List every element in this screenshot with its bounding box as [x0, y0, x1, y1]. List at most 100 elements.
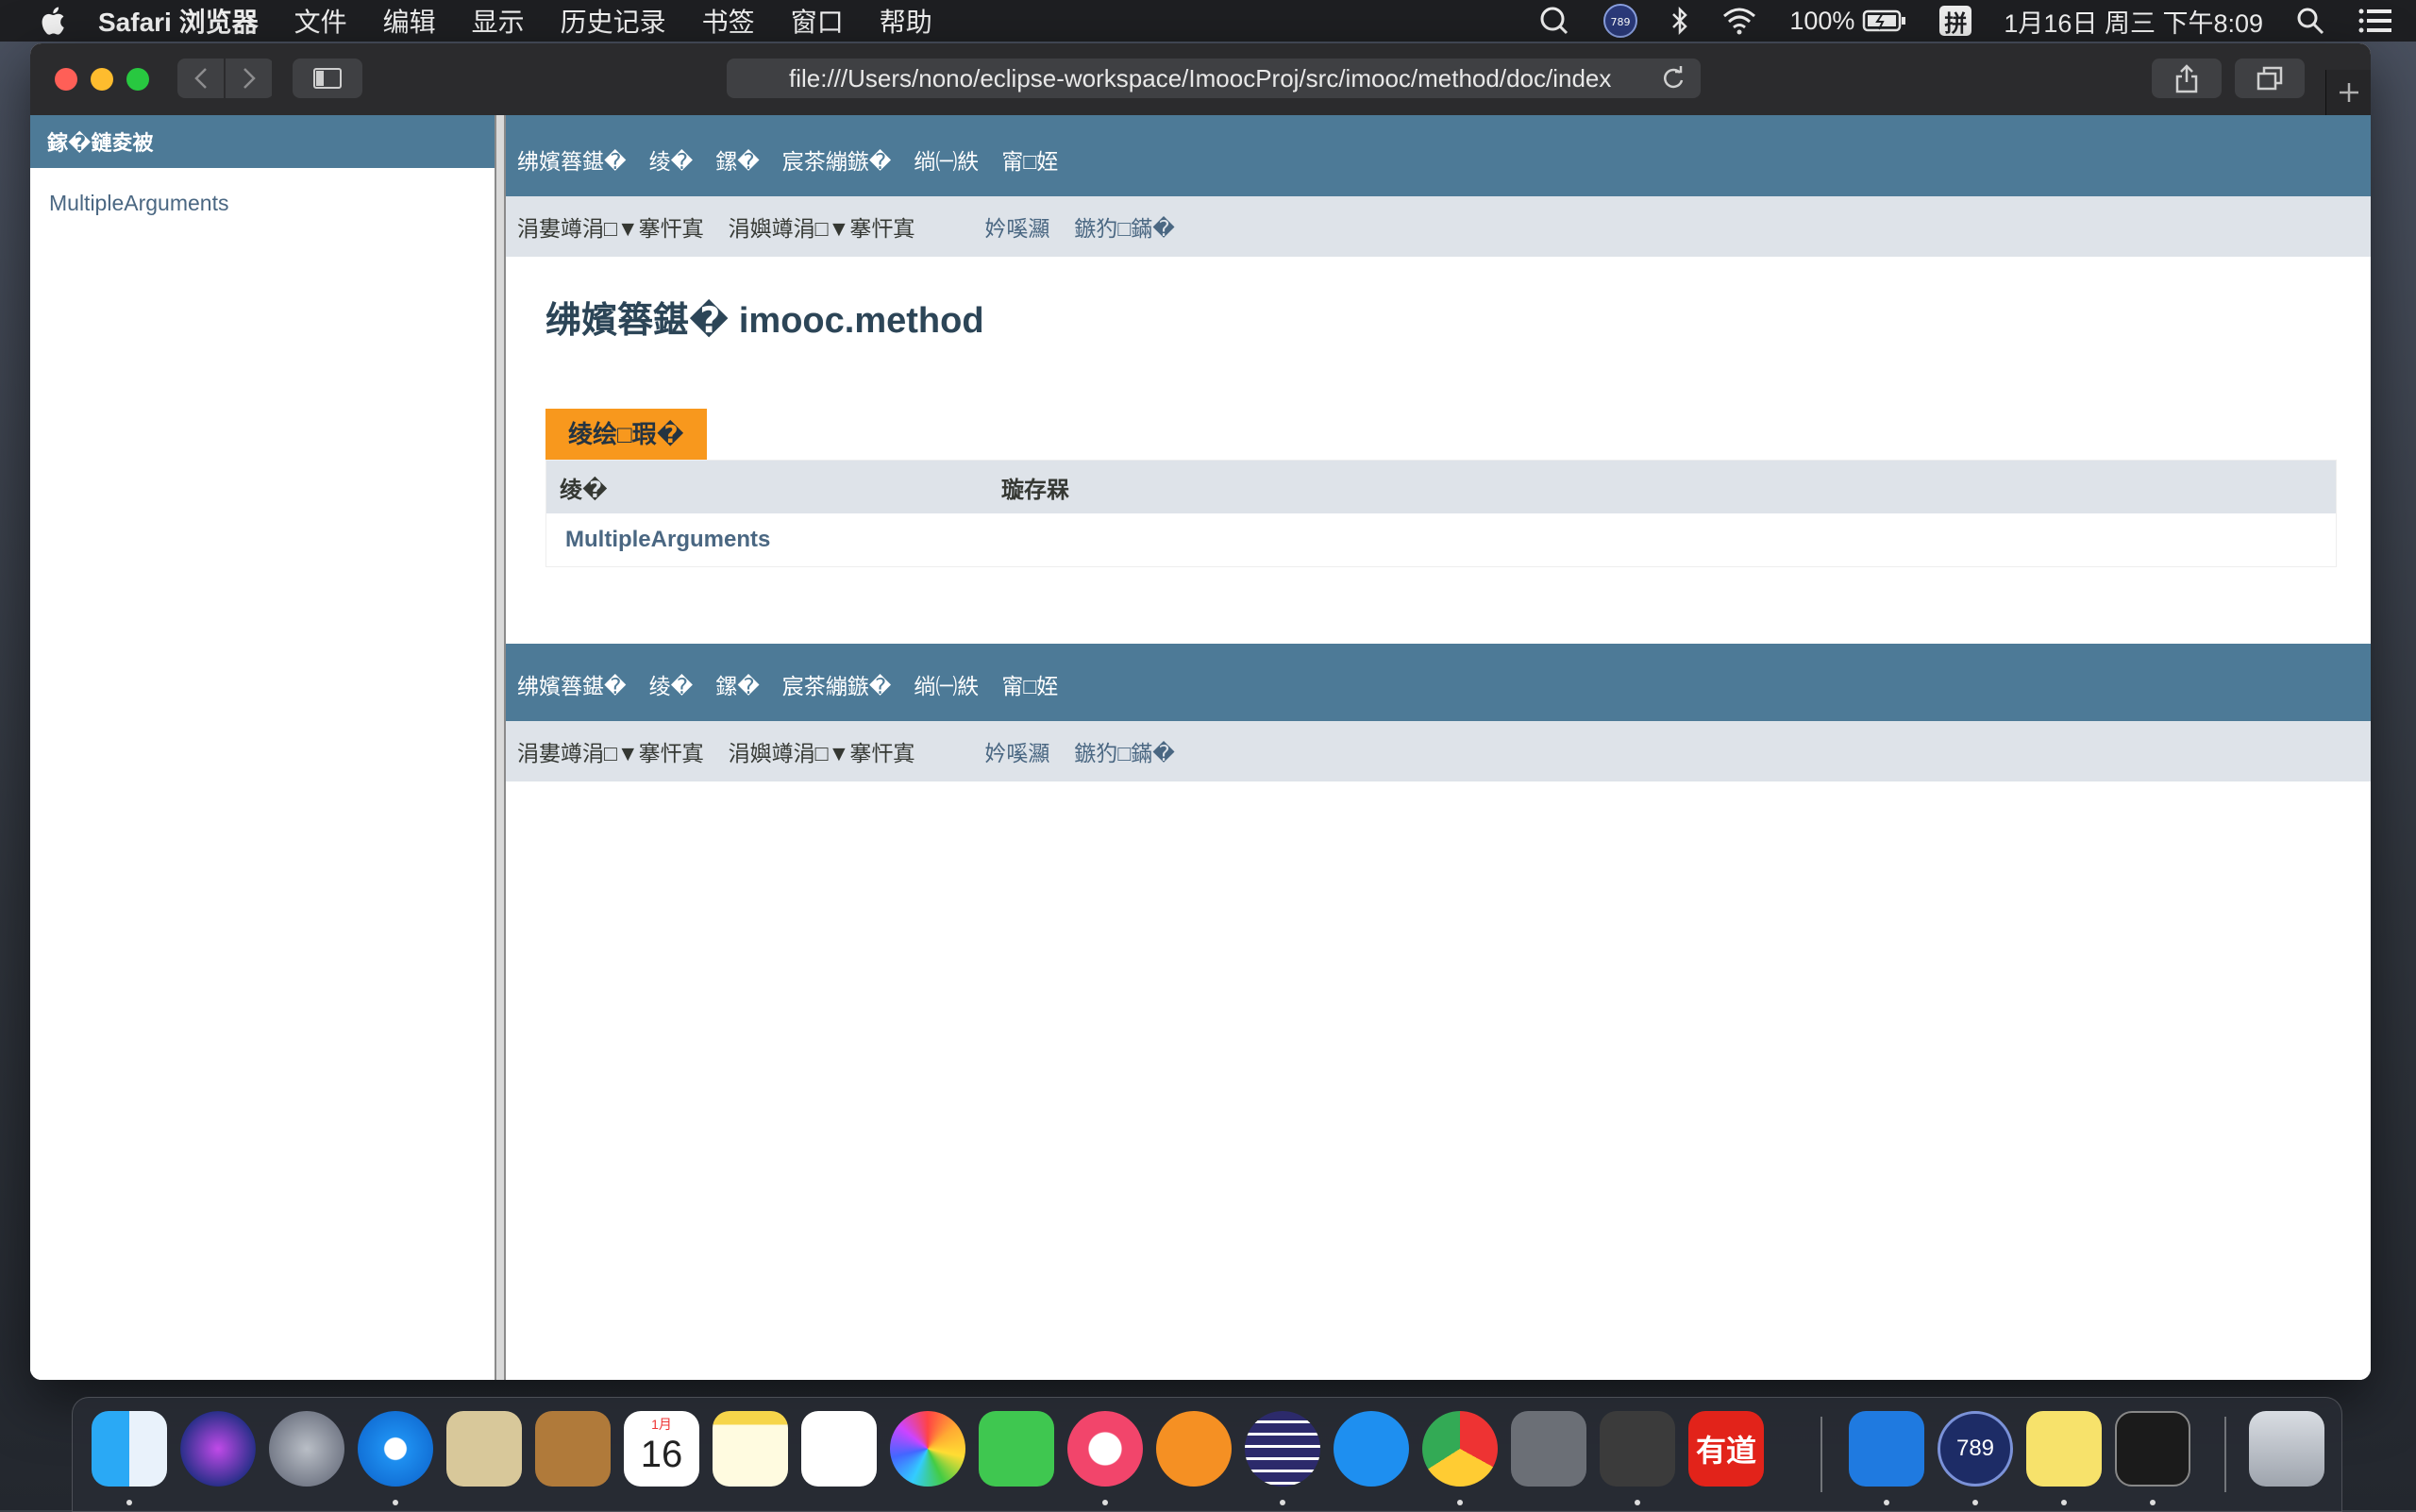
contacts-icon[interactable] — [535, 1411, 611, 1487]
window-close-button[interactable] — [55, 68, 77, 91]
bottom-nav-help[interactable]: 甯□姪 — [1001, 668, 1058, 721]
mail-icon[interactable] — [446, 1411, 522, 1487]
nav-index[interactable]: 绱㈠紩 — [914, 143, 979, 196]
app-store-icon[interactable] — [1334, 1411, 1409, 1487]
column-header-description: 璇存槑 — [1001, 477, 1069, 503]
page-content: 鎵�鏈夌被 MultipleArguments 绋嬪簭鍖� 绫� 鏍� 宸茶繃鏃… — [30, 115, 2371, 1380]
trash-icon[interactable] — [2249, 1411, 2324, 1487]
bottom-nav-tree[interactable]: 鏍� — [715, 668, 760, 721]
package-summary-frame: 绋嬪簭鍖� 绫� 鏍� 宸茶繃鏃� 绱㈠紩 甯□姪 涓婁竴涓□▼搴忓寘 涓嬩竴涓… — [506, 115, 2371, 1380]
bottom-frames-link[interactable]: 妗嗘灦 — [984, 735, 1049, 767]
books-icon[interactable] — [1156, 1411, 1232, 1487]
siri-icon[interactable] — [180, 1411, 256, 1487]
safari-window: file:///Users/nono/eclipse-workspace/Imo… — [30, 43, 2371, 1380]
nav-tree[interactable]: 鏍� — [715, 143, 760, 196]
page-title: 绋嬪簭鍖� imooc.method — [545, 301, 984, 341]
notification-center-icon[interactable] — [2357, 7, 2393, 35]
clock[interactable]: 1月16日 周三 下午8:09 — [2004, 3, 2263, 40]
notes-icon[interactable] — [713, 1411, 788, 1487]
bottom-no-frames-link[interactable]: 鏃犳□鏋� — [1074, 735, 1174, 767]
chrome-icon[interactable] — [1422, 1411, 1498, 1487]
789-label: 789 — [1955, 1436, 1995, 1461]
class-link-multiplearguments[interactable]: MultipleArguments — [49, 191, 495, 216]
tab-overview-button[interactable] — [2235, 59, 2305, 98]
bottom-sub-navbar: 涓婁竴涓□▼搴忓寘 涓嬩竴涓□▼搴忓寘 妗嗘灦 鏃犳□鏋� — [506, 721, 2371, 781]
finder-icon[interactable] — [92, 1411, 167, 1487]
facetime-icon[interactable] — [979, 1411, 1054, 1487]
reminders-icon[interactable] — [801, 1411, 877, 1487]
address-bar-url[interactable]: file:///Users/nono/eclipse-workspace/Imo… — [789, 64, 1619, 93]
window-fullscreen-button[interactable] — [126, 68, 149, 91]
789-icon[interactable]: 789 — [1938, 1411, 2013, 1487]
menu-edit[interactable]: 编辑 — [383, 2, 436, 40]
all-classes-frame: 鎵�鏈夌被 MultipleArguments — [30, 115, 495, 1380]
calendar-month: 1月 — [651, 1417, 672, 1432]
all-classes-header: 鎵�鏈夌被 — [30, 115, 495, 168]
sublime-text-icon[interactable] — [1600, 1411, 1675, 1487]
bottom-navbar: 绋嬪簭鍖� 绫� 鏍� 宸茶繃鏃� 绱㈠紩 甯□姪 — [506, 644, 2371, 721]
nav-deprecated[interactable]: 宸茶繃鏃� — [782, 143, 892, 196]
bottom-nav-index[interactable]: 绱㈠紩 — [914, 668, 979, 721]
bottom-nav-package: 绋嬪簭鍖� — [517, 674, 627, 698]
apple-menu-icon[interactable] — [38, 5, 66, 37]
column-header-class: 绫� — [560, 477, 608, 503]
reload-icon[interactable] — [1659, 64, 1687, 92]
bottom-nav-deprecated[interactable]: 宸茶繃鏃� — [782, 668, 892, 721]
menu-history[interactable]: 历史记录 — [561, 2, 666, 40]
launchpad-icon[interactable] — [269, 1411, 344, 1487]
789-status-icon[interactable]: 789 — [1602, 3, 1638, 39]
bottom-nav-class[interactable]: 绫� — [649, 668, 694, 721]
stickies-icon[interactable] — [2026, 1411, 2102, 1487]
photos-icon[interactable] — [890, 1411, 965, 1487]
wifi-icon[interactable] — [1721, 7, 1757, 35]
nav-class[interactable]: 绫� — [649, 143, 694, 196]
calendar-day: 16 — [640, 1434, 683, 1475]
safari-toolbar: file:///Users/nono/eclipse-workspace/Imo… — [30, 43, 2371, 116]
sub-navbar: 涓婁竴涓□▼搴忓寘 涓嬩竴涓□▼搴忓寘 妗嗘灦 鏃犳□鏋� — [506, 196, 2371, 257]
back-button[interactable] — [177, 59, 224, 98]
bottom-navigation: 绋嬪簭鍖� 绫� 鏍� 宸茶繃鏃� 绱㈠紩 甯□姪 涓婁竴涓□▼搴忓寘 涓嬩竴涓… — [506, 644, 2371, 781]
share-icon — [2175, 64, 2198, 93]
battery-percent: 100% — [1789, 6, 1855, 35]
share-button[interactable] — [2152, 59, 2222, 98]
top-navbar: 绋嬪簭鍖� 绫� 鏍� 宸茶繃鏃� 绱㈠紩 甯□姪 — [506, 115, 2371, 196]
input-method-indicator[interactable]: 拼 — [1939, 6, 1972, 37]
sidebar-toggle-button[interactable] — [293, 59, 362, 98]
battery-icon[interactable] — [1862, 8, 1907, 33]
table-row: MultipleArguments — [546, 513, 2336, 566]
new-tab-button[interactable] — [2325, 70, 2371, 115]
youdao-icon[interactable]: 有道 — [1688, 1411, 1764, 1487]
forward-button[interactable] — [226, 59, 272, 98]
spotlight-search-icon[interactable] — [2295, 6, 2325, 36]
menu-help[interactable]: 帮助 — [880, 2, 932, 40]
bluetooth-icon[interactable] — [1670, 6, 1689, 36]
frames-link[interactable]: 妗嗘灦 — [984, 210, 1049, 243]
address-bar[interactable]: file:///Users/nono/eclipse-workspace/Imo… — [727, 59, 1701, 98]
safari-icon[interactable] — [358, 1411, 433, 1487]
plus-icon — [2340, 83, 2358, 102]
menu-safari[interactable]: Safari 浏览器 — [98, 2, 259, 40]
window-minimize-button[interactable] — [91, 68, 113, 91]
menu-file[interactable]: 文件 — [294, 2, 347, 40]
table-class-link[interactable]: MultipleArguments — [546, 527, 1007, 553]
frame-resize-handle[interactable] — [495, 115, 506, 1380]
qq-icon[interactable] — [1538, 5, 1570, 37]
789-status-label: 789 — [1611, 16, 1631, 28]
menu-bookmarks[interactable]: 书签 — [702, 2, 755, 40]
table-header: 绫� 璇存槑 — [546, 461, 2336, 513]
nav-help[interactable]: 甯□姪 — [1001, 143, 1058, 196]
xcode-icon[interactable] — [1849, 1411, 1924, 1487]
next-package: 涓嬩竴涓□▼搴忓寘 — [728, 216, 915, 241]
history-nav-buttons — [177, 59, 274, 98]
nav-package: 绋嬪簭鍖� — [517, 149, 627, 174]
eclipse-icon[interactable] — [1245, 1411, 1320, 1487]
no-frames-link[interactable]: 鏃犳□鏋� — [1074, 210, 1174, 243]
system-preferences-icon[interactable] — [1511, 1411, 1586, 1487]
menu-view[interactable]: 显示 — [472, 2, 525, 40]
class-summary-caption: 绫绘□瑕� — [545, 409, 707, 460]
terminal-icon[interactable] — [2115, 1411, 2190, 1487]
bottom-prev-package: 涓婁竴涓□▼搴忓寘 — [517, 741, 704, 765]
menu-window[interactable]: 窗口 — [791, 2, 844, 40]
calendar-icon[interactable]: 1月 16 — [624, 1411, 699, 1487]
itunes-icon[interactable] — [1067, 1411, 1143, 1487]
